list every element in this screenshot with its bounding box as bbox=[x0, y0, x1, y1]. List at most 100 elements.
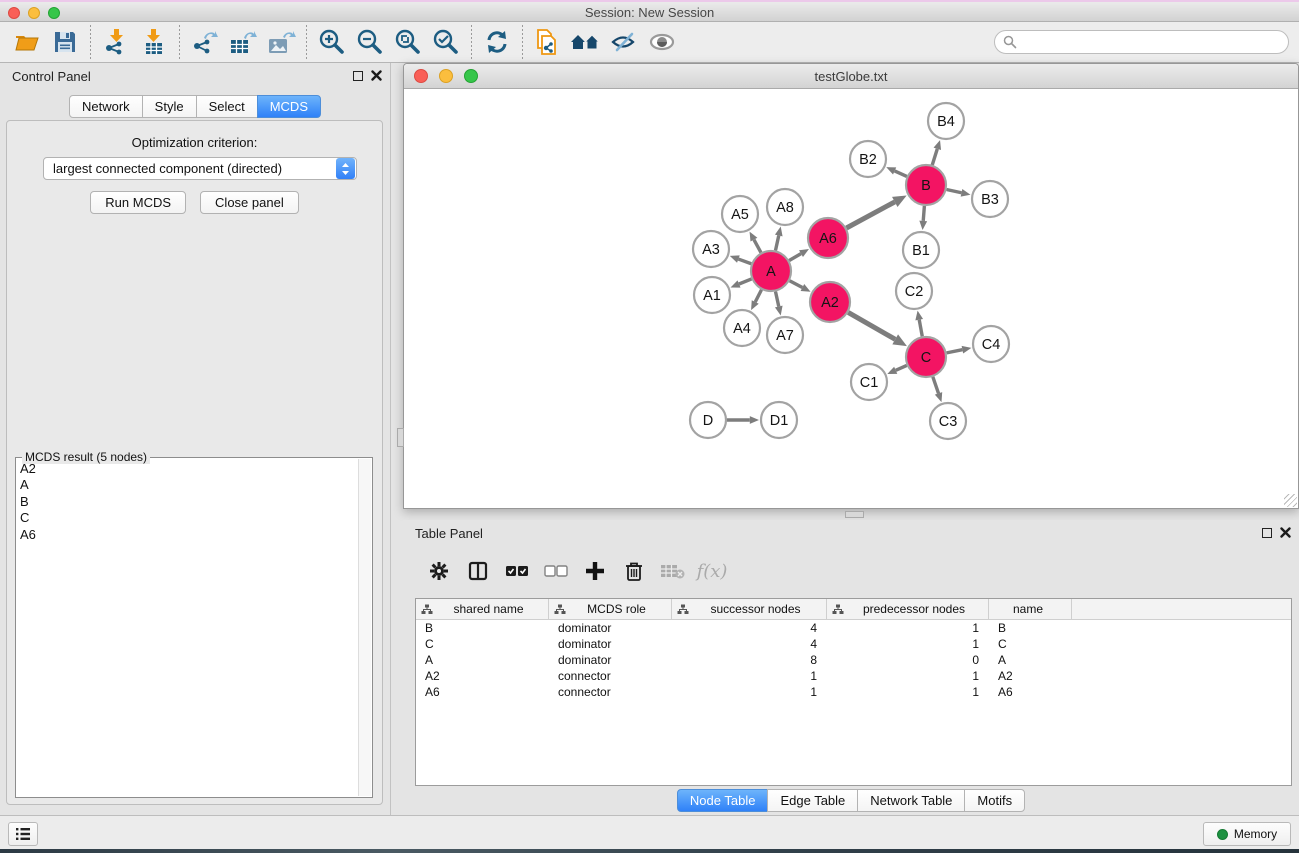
tab-node-table[interactable]: Node Table bbox=[677, 789, 769, 812]
graph-edge-B-B1[interactable] bbox=[923, 206, 924, 221]
graph-node-A7[interactable]: A7 bbox=[767, 317, 803, 353]
graph-edge-A-A1[interactable] bbox=[739, 279, 752, 284]
graph-node-B1[interactable]: B1 bbox=[903, 232, 939, 268]
table-cell[interactable]: dominator bbox=[549, 621, 672, 635]
column-header-successor-nodes[interactable]: successor nodes bbox=[672, 599, 827, 619]
table-cell[interactable]: 1 bbox=[672, 669, 827, 683]
splitter-handle[interactable] bbox=[397, 428, 404, 447]
task-history-button[interactable] bbox=[8, 822, 38, 846]
column-header-predecessor-nodes[interactable]: predecessor nodes bbox=[827, 599, 989, 619]
table-cell[interactable]: dominator bbox=[549, 637, 672, 651]
table-row[interactable]: Bdominator41B bbox=[416, 620, 1291, 636]
graph-edge-B-B4[interactable] bbox=[932, 149, 937, 165]
table-cell[interactable]: 1 bbox=[827, 621, 989, 635]
column-header-MCDS-role[interactable]: MCDS role bbox=[549, 599, 672, 619]
tab-mcds[interactable]: MCDS bbox=[257, 95, 321, 118]
table-settings-button[interactable] bbox=[423, 554, 455, 588]
column-view-button[interactable] bbox=[462, 554, 494, 588]
search-input[interactable] bbox=[1017, 33, 1288, 51]
zoom-selected-button[interactable] bbox=[427, 24, 465, 60]
table-cell[interactable]: A2 bbox=[989, 669, 1072, 683]
add-row-button[interactable] bbox=[579, 554, 611, 588]
table-cell[interactable]: B bbox=[989, 621, 1072, 635]
graph-node-B2[interactable]: B2 bbox=[850, 141, 886, 177]
zoom-in-button[interactable] bbox=[313, 24, 351, 60]
graph-node-C1[interactable]: C1 bbox=[851, 364, 887, 400]
graph-edge-C-C3[interactable] bbox=[933, 377, 939, 394]
deselect-all-button[interactable] bbox=[540, 554, 572, 588]
home-button[interactable] bbox=[567, 24, 605, 60]
table-cell[interactable]: 4 bbox=[672, 637, 827, 651]
export-table-button[interactable] bbox=[224, 24, 262, 60]
graph-edge-A-A7[interactable] bbox=[775, 292, 778, 307]
table-row[interactable]: A6connector11A6 bbox=[416, 684, 1291, 700]
close-panel-button[interactable]: Close panel bbox=[200, 191, 299, 214]
table-cell[interactable]: 1 bbox=[827, 637, 989, 651]
export-image-button[interactable] bbox=[262, 24, 300, 60]
result-item[interactable]: A2 bbox=[16, 461, 358, 477]
tab-edge-table[interactable]: Edge Table bbox=[767, 789, 858, 812]
graph-node-A1[interactable]: A1 bbox=[694, 277, 730, 313]
graph-node-A5[interactable]: A5 bbox=[722, 196, 758, 232]
splitter-handle[interactable] bbox=[845, 511, 864, 518]
save-session-button[interactable] bbox=[46, 24, 84, 60]
tab-motifs[interactable]: Motifs bbox=[964, 789, 1025, 812]
function-builder-button[interactable]: f(x) bbox=[696, 554, 728, 588]
graph-edge-A6-B[interactable] bbox=[846, 202, 894, 228]
table-cell[interactable]: 1 bbox=[672, 685, 827, 699]
hide-details-button[interactable] bbox=[605, 24, 643, 60]
delete-table-button[interactable] bbox=[657, 554, 689, 588]
show-details-button[interactable] bbox=[643, 24, 681, 60]
graph-edge-A2-C[interactable] bbox=[848, 312, 895, 339]
result-item[interactable]: A6 bbox=[16, 527, 358, 543]
table-cell[interactable]: 1 bbox=[827, 669, 989, 683]
select-all-button[interactable] bbox=[501, 554, 533, 588]
export-network-button[interactable] bbox=[186, 24, 224, 60]
graph-edge-B-B3[interactable] bbox=[947, 189, 962, 192]
graph-node-B[interactable]: B bbox=[906, 165, 946, 205]
table-cell[interactable]: C bbox=[416, 637, 549, 651]
graph-node-A8[interactable]: A8 bbox=[767, 189, 803, 225]
table-cell[interactable]: 4 bbox=[672, 621, 827, 635]
column-header-name[interactable]: name bbox=[989, 599, 1072, 619]
float-panel-icon[interactable] bbox=[353, 71, 363, 81]
run-mcds-button[interactable]: Run MCDS bbox=[90, 191, 186, 214]
import-table-button[interactable] bbox=[135, 24, 173, 60]
table-cell[interactable]: A bbox=[989, 653, 1072, 667]
result-item[interactable]: C bbox=[16, 510, 358, 526]
delete-row-button[interactable] bbox=[618, 554, 650, 588]
graph-node-A[interactable]: A bbox=[751, 251, 791, 291]
result-item[interactable]: A bbox=[16, 477, 358, 493]
result-scrollbar[interactable] bbox=[358, 459, 371, 796]
network-canvas[interactable]: B4B2BB3A5A8A6B1A3AA1C2A2A4A7CC4C1C3DD1 bbox=[404, 89, 1298, 508]
table-cell[interactable]: 8 bbox=[672, 653, 827, 667]
graph-edge-A-A6[interactable] bbox=[789, 254, 801, 261]
graph-edge-A-A5[interactable] bbox=[754, 240, 761, 253]
graph-node-C2[interactable]: C2 bbox=[896, 273, 932, 309]
open-file-button[interactable] bbox=[8, 24, 46, 60]
tab-network-table[interactable]: Network Table bbox=[857, 789, 965, 812]
graph-edge-A-A3[interactable] bbox=[738, 259, 751, 264]
criterion-select[interactable]: largest connected component (directed) bbox=[43, 157, 357, 180]
network-graph[interactable]: B4B2BB3A5A8A6B1A3AA1C2A2A4A7CC4C1C3DD1 bbox=[404, 89, 1298, 508]
graph-node-B4[interactable]: B4 bbox=[928, 103, 964, 139]
close-panel-icon[interactable] bbox=[371, 70, 382, 81]
refresh-button[interactable] bbox=[478, 24, 516, 60]
table-cell[interactable]: A6 bbox=[416, 685, 549, 699]
zoom-out-button[interactable] bbox=[351, 24, 389, 60]
table-cell[interactable]: A bbox=[416, 653, 549, 667]
graph-node-C3[interactable]: C3 bbox=[930, 403, 966, 439]
tab-network[interactable]: Network bbox=[69, 95, 143, 118]
table-cell[interactable]: C bbox=[989, 637, 1072, 651]
table-cell[interactable]: A6 bbox=[989, 685, 1072, 699]
table-cell[interactable]: dominator bbox=[549, 653, 672, 667]
table-cell[interactable]: 0 bbox=[827, 653, 989, 667]
graph-edge-A-A2[interactable] bbox=[790, 281, 803, 288]
graph-node-A6[interactable]: A6 bbox=[808, 218, 848, 258]
graph-node-A2[interactable]: A2 bbox=[810, 282, 850, 322]
close-panel-icon[interactable] bbox=[1280, 527, 1291, 538]
result-item[interactable]: B bbox=[16, 494, 358, 510]
table-cell[interactable]: B bbox=[416, 621, 549, 635]
graph-edge-B-B2[interactable] bbox=[895, 171, 907, 176]
table-row[interactable]: Adominator80A bbox=[416, 652, 1291, 668]
